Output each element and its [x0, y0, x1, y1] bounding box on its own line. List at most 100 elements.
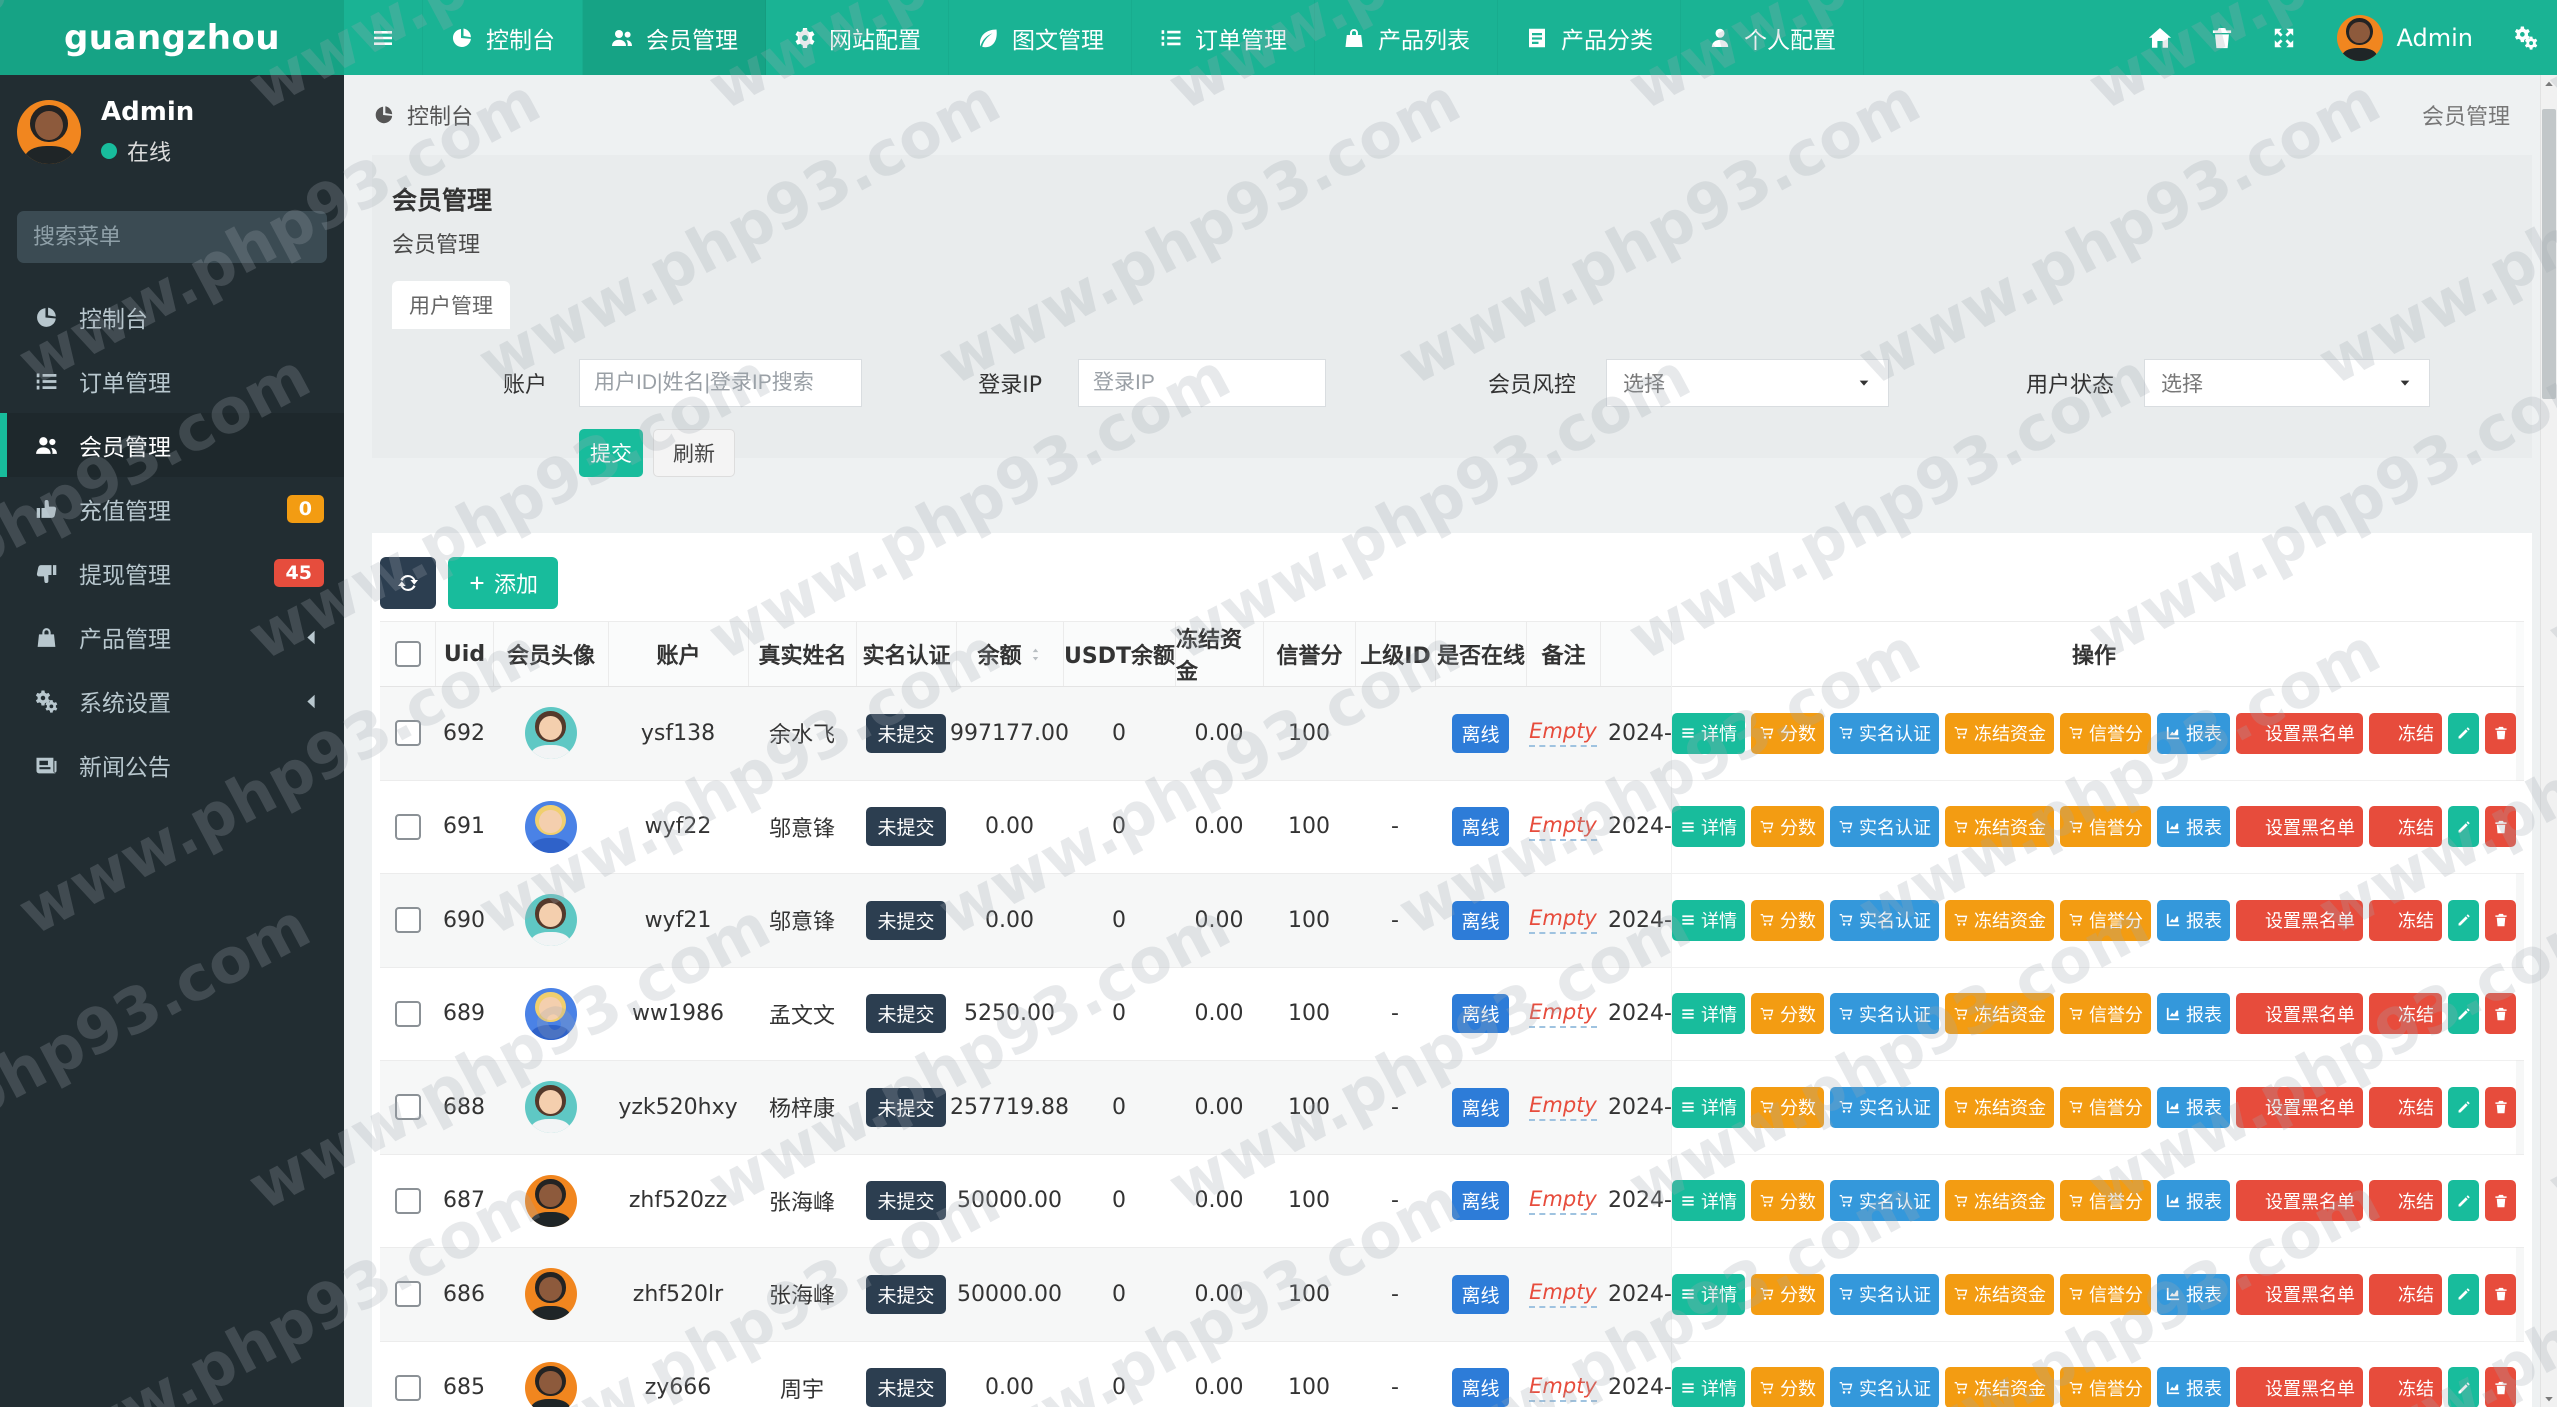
column-header[interactable]: 真实姓名: [748, 622, 856, 686]
remark-link[interactable]: Empty: [1529, 1093, 1597, 1122]
action-cart-button[interactable]: 信誉分: [2060, 1086, 2151, 1128]
page-scrollbar[interactable]: [2540, 75, 2557, 1407]
edit-button[interactable]: [2448, 899, 2479, 941]
cell-avatar[interactable]: [493, 1061, 608, 1154]
account-filter-input[interactable]: [579, 359, 862, 407]
action-cart-button[interactable]: 信誉分: [2060, 1180, 2151, 1222]
scroll-down-arrow[interactable]: [2541, 1390, 2557, 1407]
action-cart-button[interactable]: 冻结资金: [1945, 1367, 2054, 1407]
row-checkbox[interactable]: [394, 1187, 421, 1214]
action-user-button[interactable]: 设置黑名单: [2236, 1273, 2363, 1315]
action-cart-button[interactable]: 实名认证: [1830, 1180, 1939, 1222]
home-button[interactable]: [2129, 0, 2191, 75]
action-user-button[interactable]: 冻结: [2369, 1086, 2442, 1128]
column-header[interactable]: USDT余额: [1063, 622, 1175, 686]
edit-button[interactable]: [2448, 1367, 2479, 1407]
action-user-button[interactable]: 设置黑名单: [2236, 1367, 2363, 1407]
sidebar-item-2[interactable]: 会员管理: [0, 413, 344, 477]
sidebar-toggle-button[interactable]: [344, 0, 423, 75]
sidebar-item-5[interactable]: 产品管理: [0, 605, 344, 669]
action-cart-button[interactable]: 信誉分: [2060, 1367, 2151, 1407]
action-cart-button[interactable]: 冻结资金: [1945, 1180, 2054, 1222]
edit-button[interactable]: [2448, 1086, 2479, 1128]
action-cart-button[interactable]: 信誉分: [2060, 993, 2151, 1035]
cell-avatar[interactable]: [493, 687, 608, 780]
select-all-checkbox[interactable]: [394, 641, 421, 667]
action-cart-button[interactable]: 实名认证: [1830, 993, 1939, 1035]
row-checkbox[interactable]: [394, 813, 421, 840]
nav-item-4[interactable]: 订单管理: [1132, 0, 1315, 75]
row-checkbox[interactable]: [394, 1000, 421, 1027]
scrollbar-thumb[interactable]: [2542, 109, 2556, 399]
action-cart-button[interactable]: 实名认证: [1830, 899, 1939, 941]
column-header[interactable]: 冻结资金: [1175, 622, 1263, 686]
delete-button[interactable]: [2485, 806, 2516, 848]
action-cart-button[interactable]: 信誉分: [2060, 899, 2151, 941]
column-header[interactable]: 实名认证: [856, 622, 956, 686]
cell-avatar[interactable]: [493, 1342, 608, 1407]
action-cart-button[interactable]: 实名认证: [1830, 712, 1939, 754]
sidebar-item-6[interactable]: 系统设置: [0, 669, 344, 733]
edit-button[interactable]: [2448, 712, 2479, 754]
brand-logo[interactable]: guangzhou: [0, 0, 344, 75]
remark-link[interactable]: Empty: [1529, 1187, 1597, 1215]
action-cart-button[interactable]: 冻结资金: [1945, 993, 2054, 1035]
action-user-button[interactable]: 冻结: [2369, 1180, 2442, 1222]
row-checkbox[interactable]: [394, 1374, 421, 1401]
row-checkbox[interactable]: [394, 1281, 421, 1308]
nav-item-2[interactable]: 网站配置: [766, 0, 949, 75]
action-user-button[interactable]: 冻结: [2369, 1367, 2442, 1407]
nav-item-3[interactable]: 图文管理: [949, 0, 1132, 75]
action-cart-button[interactable]: 冻结资金: [1945, 1273, 2054, 1315]
delete-button[interactable]: [2485, 1086, 2516, 1128]
action-cart-button[interactable]: 分数: [1751, 993, 1824, 1035]
action-cart-button[interactable]: 信誉分: [2060, 712, 2151, 754]
search-input[interactable]: [33, 224, 321, 250]
submit-button[interactable]: 提交: [579, 429, 643, 477]
risk-filter-select[interactable]: 选择: [1606, 359, 1889, 407]
action-chart-button[interactable]: 报表: [2157, 1367, 2230, 1407]
remark-link[interactable]: Empty: [1529, 1000, 1597, 1028]
action-cart-button[interactable]: 冻结资金: [1945, 712, 2054, 754]
sidebar-item-3[interactable]: 充值管理 0: [0, 477, 344, 541]
action-chart-button[interactable]: 报表: [2157, 993, 2230, 1035]
action-chart-button[interactable]: 报表: [2157, 712, 2230, 754]
row-checkbox[interactable]: [394, 907, 421, 934]
ip-filter-input[interactable]: [1078, 359, 1326, 407]
action-user-button[interactable]: 冻结: [2369, 1273, 2442, 1315]
action-cart-button[interactable]: 信誉分: [2060, 806, 2151, 848]
nav-item-7[interactable]: 个人配置: [1681, 0, 1864, 75]
delete-button[interactable]: [2485, 1273, 2516, 1315]
column-header[interactable]: 会员头像: [493, 622, 608, 686]
column-header[interactable]: 是否在线: [1435, 622, 1526, 686]
remark-link[interactable]: Empty: [1529, 1280, 1597, 1309]
reload-button[interactable]: [380, 557, 436, 609]
action-user-button[interactable]: 冻结: [2369, 712, 2442, 754]
action-cart-button[interactable]: 分数: [1751, 1273, 1824, 1315]
action-cart-button[interactable]: 实名认证: [1830, 806, 1939, 848]
cell-avatar[interactable]: [493, 1248, 608, 1341]
status-filter-select[interactable]: 选择: [2144, 359, 2430, 407]
action-user-button[interactable]: 冻结: [2369, 806, 2442, 848]
action-user-button[interactable]: 设置黑名单: [2236, 1086, 2363, 1128]
settings-button[interactable]: [2495, 0, 2557, 75]
row-checkbox[interactable]: [394, 720, 421, 747]
cell-avatar[interactable]: [493, 874, 608, 967]
nav-item-0[interactable]: 控制台: [423, 0, 583, 75]
action-bars-button[interactable]: 详情: [1672, 1086, 1745, 1128]
action-chart-button[interactable]: 报表: [2157, 806, 2230, 848]
edit-button[interactable]: [2448, 1180, 2479, 1222]
action-cart-button[interactable]: 冻结资金: [1945, 1086, 2054, 1128]
delete-button[interactable]: [2485, 993, 2516, 1035]
action-chart-button[interactable]: 报表: [2157, 1180, 2230, 1222]
scroll-up-arrow[interactable]: [2541, 75, 2557, 92]
nav-item-1[interactable]: 会员管理: [583, 0, 766, 75]
action-user-button[interactable]: 设置黑名单: [2236, 712, 2363, 754]
nav-item-6[interactable]: 产品分类: [1498, 0, 1681, 75]
row-checkbox[interactable]: [394, 1094, 421, 1121]
action-cart-button[interactable]: 分数: [1751, 1180, 1824, 1222]
action-chart-button[interactable]: 报表: [2157, 1273, 2230, 1315]
action-user-button[interactable]: 设置黑名单: [2236, 1180, 2363, 1222]
delete-button[interactable]: [2485, 899, 2516, 941]
clear-cache-button[interactable]: [2191, 0, 2253, 75]
